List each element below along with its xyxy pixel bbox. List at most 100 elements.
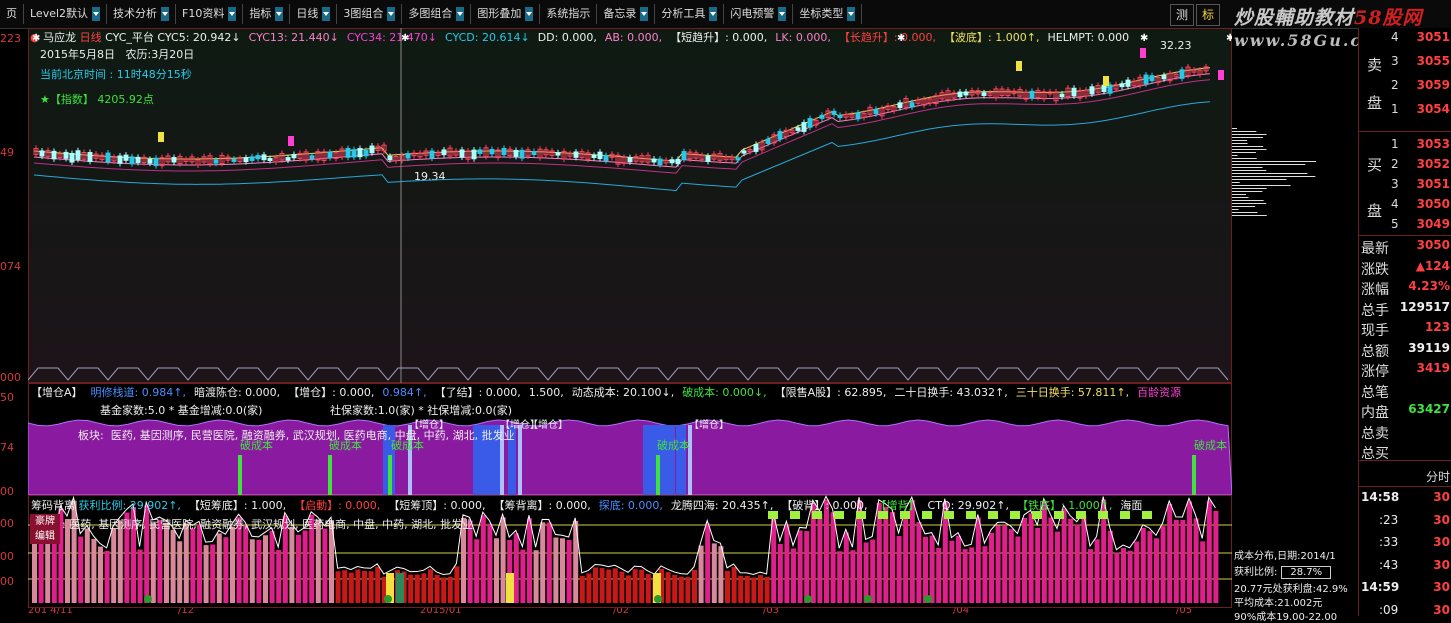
chevron-down-icon[interactable] (778, 7, 787, 21)
candle-body (831, 110, 837, 116)
toolbar-item[interactable]: 备忘录 (597, 4, 656, 24)
toolbar-item[interactable]: 指标 (243, 4, 291, 24)
hao-badge[interactable]: 豪牌 编辑 (30, 514, 60, 544)
toolbar-item[interactable]: 页 (0, 4, 24, 24)
chevron-down-icon[interactable] (161, 7, 170, 21)
candle-body (909, 102, 915, 108)
chip-bar (672, 574, 678, 603)
cost-distribution: 成本分布,日期:2014/1 获利比例: 28.7% 20.77元处获利盘:42.… (1232, 545, 1358, 623)
chevron-down-icon[interactable] (387, 7, 396, 21)
toolbar-item[interactable]: F10资料 (176, 4, 244, 24)
chevron-down-icon[interactable] (525, 7, 534, 21)
level: 4 (1391, 30, 1399, 44)
toolbar-item[interactable]: 闪电预警 (724, 4, 794, 24)
tick-price: 30 (1433, 512, 1450, 527)
bid-row[interactable]: 1 3053 (1359, 137, 1451, 157)
candle-body (897, 102, 903, 109)
stat-value: ▲124 (1415, 258, 1450, 273)
y-label: 00 (0, 517, 14, 530)
chevron-down-icon[interactable] (847, 7, 856, 21)
candle-body (363, 150, 369, 157)
stat-key: 最新 (1361, 241, 1389, 257)
pochengben-bar (328, 455, 332, 495)
chip-bar (434, 574, 440, 603)
test-button[interactable]: 测 (1170, 4, 1195, 26)
stat-row: 内盘 63427 (1359, 402, 1451, 422)
toolbar-item[interactable]: 多图组合 (402, 4, 472, 24)
toolbar-item[interactable]: 技术分析 (107, 4, 177, 24)
profile-bar (1232, 215, 1267, 216)
panel2-value: 1.500, (528, 386, 564, 399)
toolbar-item[interactable]: 系统指示 (540, 4, 598, 24)
chevron-down-icon[interactable] (228, 7, 237, 21)
candle-body (837, 114, 843, 119)
chip-bar (1061, 508, 1067, 603)
toolbar-item[interactable]: 3图组合 (337, 4, 403, 24)
tick-price: 30 (1433, 580, 1450, 594)
candle-body (675, 158, 681, 165)
stat-row: 总手 129517 (1359, 300, 1451, 320)
toolbar-item[interactable]: 分析工具 (655, 4, 725, 24)
chip-bar (1121, 548, 1126, 603)
chip-bar (216, 533, 222, 603)
stat-row: 总笔 (1359, 382, 1451, 402)
chevron-down-icon[interactable] (640, 7, 649, 21)
stat-row: 总卖 (1359, 423, 1451, 443)
x-tick-label: /04 (953, 608, 970, 616)
profile-bar (1232, 200, 1264, 201)
chip-bar (956, 535, 961, 603)
panel3-value: 【启動】: 0.000, (294, 499, 381, 512)
main-y-axis: 223 49 074 000 (0, 28, 28, 384)
bid-row[interactable]: 3 3051 (1359, 177, 1451, 197)
candle-body (117, 155, 123, 164)
toolbar-item[interactable]: Level2默认 (24, 4, 108, 24)
chevron-down-icon[interactable] (275, 7, 284, 21)
bid-row[interactable]: 5 3049 (1359, 217, 1451, 237)
candle-body (1143, 74, 1149, 85)
candle-body (213, 159, 219, 164)
toolbar-item[interactable]: 日线 (290, 4, 338, 24)
bid-row[interactable]: 4 3050 (1359, 197, 1451, 217)
candle-body (735, 157, 741, 161)
chip-bar (421, 573, 427, 603)
mark-button[interactable]: 标 (1196, 4, 1221, 26)
pochengben-bar (1192, 455, 1196, 495)
toolbar-item[interactable]: 坐标类型 (793, 4, 863, 24)
tick-time: 14:58 (1361, 490, 1400, 504)
chip-bar (883, 506, 889, 603)
price: 3051 (1416, 177, 1450, 191)
profile-bar (1232, 209, 1239, 210)
candle-body (51, 150, 57, 160)
ask-row[interactable]: 2 3059 (1359, 78, 1451, 98)
ask-row[interactable]: 1 3054 (1359, 102, 1451, 122)
ask-row[interactable]: 3 3055 (1359, 54, 1451, 74)
chip-bar (256, 539, 262, 603)
x-tick-label: 2015/01 (420, 608, 462, 616)
chip-bar (777, 543, 783, 603)
panel3-y-axis: 00 00 00 (0, 495, 28, 608)
bid-row[interactable]: 2 3052 (1359, 157, 1451, 177)
chevron-down-icon[interactable] (456, 7, 465, 21)
stat-row: 最新 3050 (1359, 238, 1451, 258)
chip-bar (342, 570, 348, 603)
chip-bar (698, 545, 704, 603)
panel2-value: 破成本: 0.000↓, (682, 386, 767, 399)
chevron-down-icon[interactable] (92, 7, 101, 21)
x-tick-label: 201 4/11 (28, 608, 73, 616)
chevron-down-icon[interactable] (709, 7, 718, 21)
ask-row[interactable]: 4 3051 (1359, 30, 1451, 50)
chip-bar (467, 520, 473, 603)
toolbar-item[interactable]: 图形叠加 (471, 4, 541, 24)
chip-bar (276, 550, 282, 603)
chip-bar (599, 568, 605, 603)
chevron-down-icon[interactable] (322, 7, 331, 21)
chip-bar (1008, 529, 1014, 603)
chip-bar (487, 523, 493, 603)
tick-header[interactable]: 分时 (1426, 468, 1450, 485)
chip-bar (830, 512, 836, 603)
x-tick-label: /12 (178, 608, 195, 616)
panel3-value: 获利比例: 29.902↑, (78, 499, 181, 512)
chip-bar (1068, 518, 1074, 603)
profile-bar (1232, 191, 1263, 192)
y-label: 49 (0, 146, 14, 159)
